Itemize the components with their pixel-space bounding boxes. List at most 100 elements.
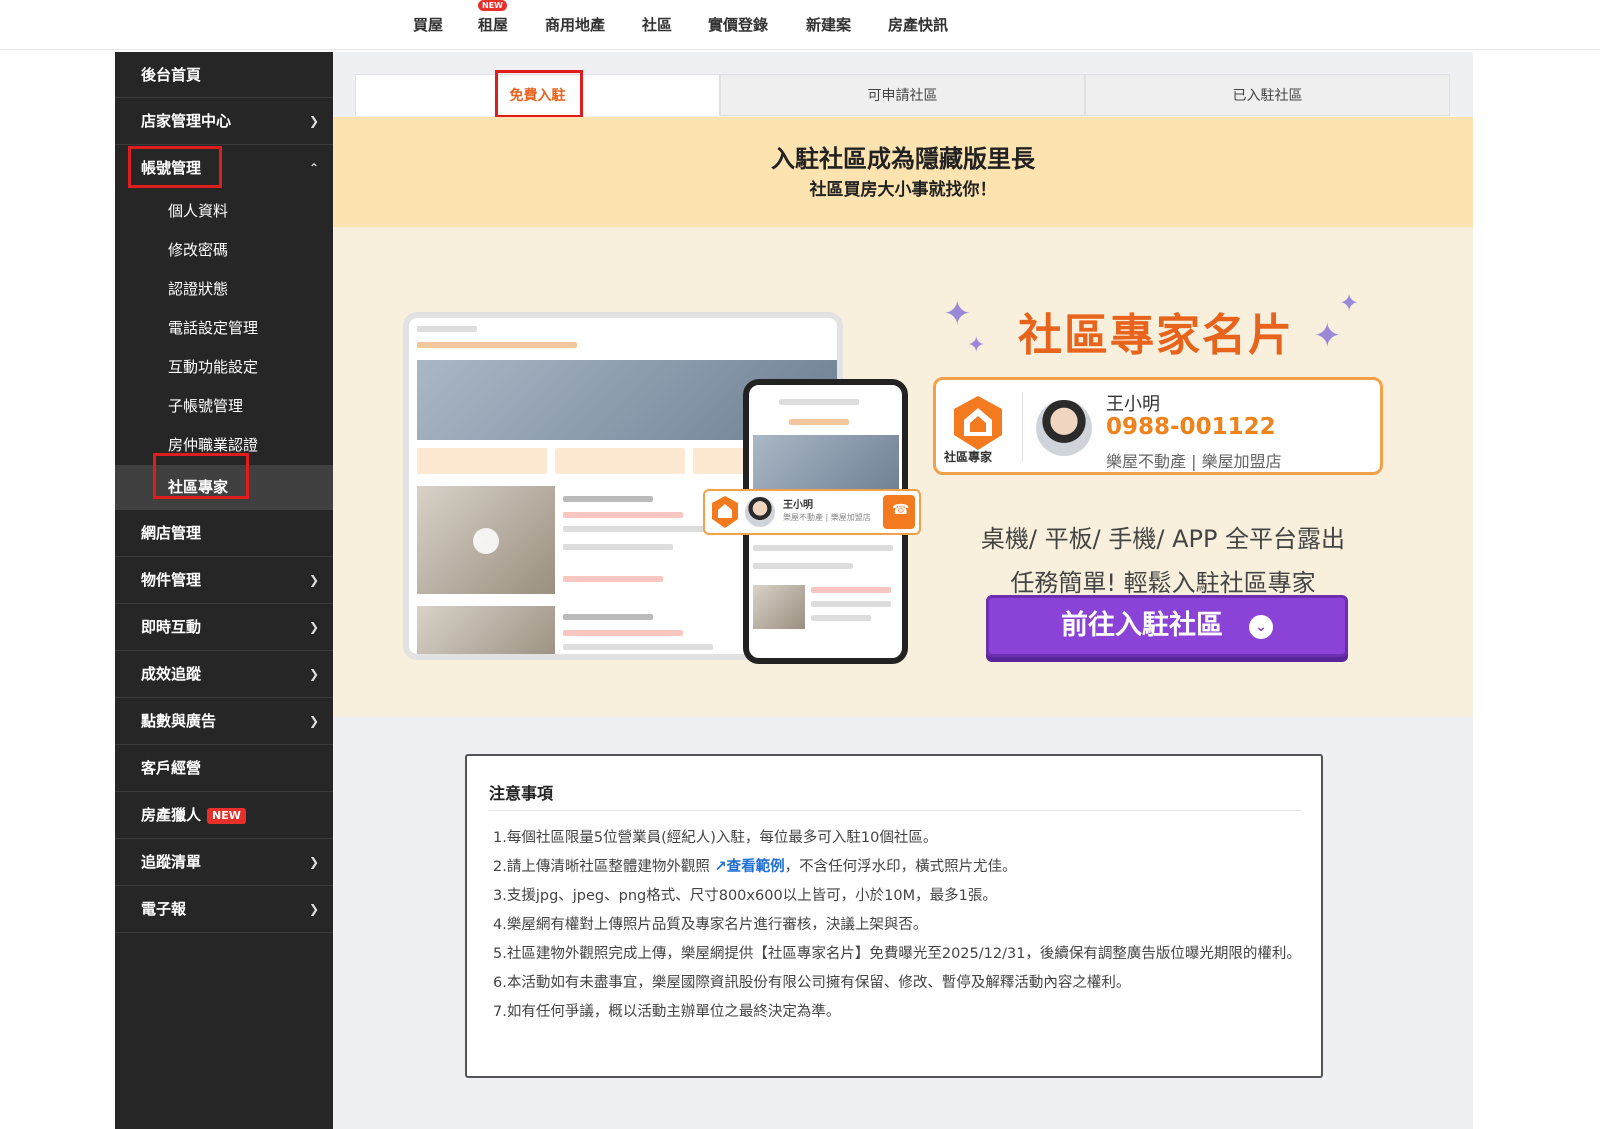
sidebar-item-label: 房產獵人 <box>141 806 202 824</box>
item-number: 4. <box>493 917 507 933</box>
sidebar-sub-phone-settings[interactable]: 電話設定管理 <box>115 309 333 348</box>
go-join-community-button[interactable]: 前往入駐社區 ⌄ <box>986 595 1348 657</box>
banner-subline: 社區買房大小事就找你！ <box>809 180 997 200</box>
sidebar-item-listings[interactable]: 物件管理 ❯ <box>115 557 333 604</box>
sidebar-item-label: 即時互動 <box>141 618 202 636</box>
notice-title: 注意事項 <box>489 784 554 803</box>
sidebar-item-customers[interactable]: 客戶經營 <box>115 745 333 792</box>
list-item: 7.如有任何爭議，概以活動主辦單位之最終決定為準。 <box>493 998 1303 1027</box>
main-content: 免費入駐 可申請社區 已入駐社區 入駐社區成為隱藏版里長 社區買房大小事就找你！ <box>333 52 1473 1129</box>
nav-rent-new-badge: NEW <box>478 0 507 11</box>
chevron-down-icon: ❯ <box>308 902 319 916</box>
chevron-down-icon: ❯ <box>308 114 319 128</box>
sidebar-sub-verification[interactable]: 認證狀態 <box>115 270 333 309</box>
sidebar-item-label: 成效追蹤 <box>141 665 202 683</box>
item-text: 每個社區限量5位營業員(經紀人)入駐，每位最多可入駐10個社區。 <box>506 830 938 846</box>
avatar <box>1036 400 1092 456</box>
item-number: 3. <box>493 888 507 904</box>
expert-card-title: 社區專家名片 <box>1018 310 1294 361</box>
chevron-down-icon: ❯ <box>308 855 319 869</box>
sparkle-icon: ✦ <box>1339 289 1360 317</box>
sidebar-item-label: 店家管理中心 <box>141 112 232 130</box>
nav-commercial[interactable]: 商用地產 <box>545 14 605 35</box>
chevron-up-icon: ⌃ <box>308 161 319 175</box>
sidebar-item-store-center[interactable]: 店家管理中心 ❯ <box>115 98 333 145</box>
sidebar-item-label: 電子報 <box>141 900 187 918</box>
sidebar-item-property-hunter[interactable]: 房產獵人 NEW <box>115 792 333 839</box>
list-item: 1.每個社區限量5位營業員(經紀人)入駐，每位最多可入駐10個社區。 <box>493 824 1303 853</box>
item-text: 請上傳清晰社區整體建物外觀照 <box>506 859 715 875</box>
list-item: 6.本活動如有未盡事宜，樂屋國際資訊股份有限公司擁有保留、修改、暫停及解釋活動內… <box>493 969 1303 998</box>
sidebar-sub-profile[interactable]: 個人資料 <box>115 192 333 231</box>
link-text: 查看範例 <box>726 859 785 875</box>
list-item: 4.樂屋網有權對上傳照片品質及專家名片進行審核，決議上架與否。 <box>493 911 1303 940</box>
task-text: 任務簡單! 輕鬆入駐社區專家 <box>1010 569 1316 597</box>
card-divider <box>1022 392 1023 462</box>
nav-rent[interactable]: 租屋 <box>478 14 508 35</box>
sidebar-item-performance[interactable]: 成效追蹤 ❯ <box>115 651 333 698</box>
expert-business-card: 社區專家 王小明 0988-001122 樂屋不動產 | 樂屋加盟店 <box>933 377 1383 475</box>
sidebar-item-label: 客戶經營 <box>141 759 202 777</box>
badge-label: 社區專家 <box>944 450 993 464</box>
platform-text: 桌機/ 平板/ 手機/ APP 全平台露出 <box>980 525 1346 553</box>
item-number: 2. <box>493 859 507 875</box>
chevron-down-icon: ❯ <box>308 714 319 728</box>
chevron-down-icon: ❯ <box>308 667 319 681</box>
card-company: 樂屋不動產 | 樂屋加盟店 <box>1106 452 1282 471</box>
community-expert-badge-icon <box>712 496 738 528</box>
sidebar: 後台首頁 店家管理中心 ❯ 帳號管理 ⌃ 個人資料 修改密碼 認證狀態 電話設定管理… <box>115 52 333 1129</box>
view-example-link[interactable]: ↗查看範例 <box>714 859 784 875</box>
sidebar-sub-subaccounts[interactable]: 子帳號管理 <box>115 387 333 426</box>
play-icon <box>473 528 499 554</box>
sidebar-item-label: 物件管理 <box>141 571 202 589</box>
sidebar-sub-interaction[interactable]: 互動功能設定 <box>115 348 333 387</box>
tab-joined-communities[interactable]: 已入駐社區 <box>1085 74 1450 116</box>
item-text: 支援jpg、jpeg、png格式、尺寸800x600以上皆可，小於10M，最多1… <box>506 888 997 904</box>
item-text: ，不含任何浮水印，橫式照片尤佳。 <box>784 859 1017 875</box>
nav-news[interactable]: 房產快訊 <box>888 14 948 35</box>
chevron-down-icon: ❯ <box>308 573 319 587</box>
card-phone: 0988-001122 <box>1106 414 1276 440</box>
nav-new-projects[interactable]: 新建案 <box>806 14 851 35</box>
item-number: 1. <box>493 830 507 846</box>
promo-banner: 王小明 樂屋不動產 | 樂屋加盟店 ☎ ✦ ✦ 社區專家名片 ✦ ✦ 社區專家 … <box>333 227 1473 717</box>
phone-icon: ☎ <box>883 495 915 529</box>
sidebar-item-label: 後台首頁 <box>141 66 202 84</box>
list-item: 2.請上傳清晰社區整體建物外觀照 ↗查看範例，不含任何浮水印，橫式照片尤佳。 <box>493 853 1303 882</box>
sidebar-item-points-ads[interactable]: 點數與廣告 ❯ <box>115 698 333 745</box>
item-text: 樂屋網有權對上傳照片品質及專家名片進行審核，決議上架與否。 <box>506 917 928 933</box>
list-item: 3.支援jpg、jpeg、png格式、尺寸800x600以上皆可，小於10M，最… <box>493 882 1303 911</box>
new-badge: NEW <box>207 807 246 824</box>
sidebar-item-label: 點數與廣告 <box>141 712 217 730</box>
nav-price-registry[interactable]: 實價登錄 <box>708 14 768 35</box>
sidebar-item-home[interactable]: 後台首頁 <box>115 52 333 98</box>
nav-community[interactable]: 社區 <box>642 14 672 35</box>
sidebar-item-label: 追蹤清單 <box>141 853 202 871</box>
sidebar-item-webstore[interactable]: 網店管理 <box>115 510 333 557</box>
item-number: 7. <box>493 1004 507 1020</box>
highlight-free-join-tab <box>495 70 583 118</box>
sidebar-sub-password[interactable]: 修改密碼 <box>115 231 333 270</box>
external-link-icon: ↗ <box>714 859 727 875</box>
sidebar-item-realtime[interactable]: 即時互動 ❯ <box>115 604 333 651</box>
chevron-circle-down-icon: ⌄ <box>1249 614 1273 639</box>
tab-available-communities[interactable]: 可申請社區 <box>720 74 1085 116</box>
list-item: 5.社區建物外觀照完成上傳，樂屋網提供【社區專家名片】免費曝光至2025/12/… <box>493 940 1303 969</box>
expert-popup-card: 王小明 樂屋不動產 | 樂屋加盟店 ☎ <box>703 489 921 535</box>
room-photo <box>753 585 805 629</box>
highlight-account-mgmt <box>128 146 222 188</box>
banner-header: 入駐社區成為隱藏版里長 社區買房大小事就找你！ <box>333 117 1473 227</box>
sidebar-item-newsletter[interactable]: 電子報 ❯ <box>115 886 333 933</box>
popup-name: 王小明 <box>783 500 813 511</box>
sparkle-icon: ✦ <box>1313 316 1342 356</box>
notice-list: 1.每個社區限量5位營業員(經紀人)入駐，每位最多可入駐10個社區。 2.請上傳… <box>493 824 1303 1027</box>
popup-company: 樂屋不動產 | 樂屋加盟店 <box>783 513 871 522</box>
card-name: 王小明 <box>1106 394 1160 415</box>
sparkle-icon: ✦ <box>943 294 972 334</box>
item-text: 如有任何爭議，概以活動主辦單位之最終決定為準。 <box>506 1004 841 1020</box>
nav-buy[interactable]: 買屋 <box>413 14 443 35</box>
sidebar-item-watchlist[interactable]: 追蹤清單 ❯ <box>115 839 333 886</box>
highlight-community-expert <box>153 453 249 499</box>
notice-box: 注意事項 1.每個社區限量5位營業員(經紀人)入駐，每位最多可入駐10個社區。 … <box>465 754 1323 1078</box>
item-text: 本活動如有未盡事宜，樂屋國際資訊股份有限公司擁有保留、修改、暫停及解釋活動內容之… <box>506 975 1131 991</box>
